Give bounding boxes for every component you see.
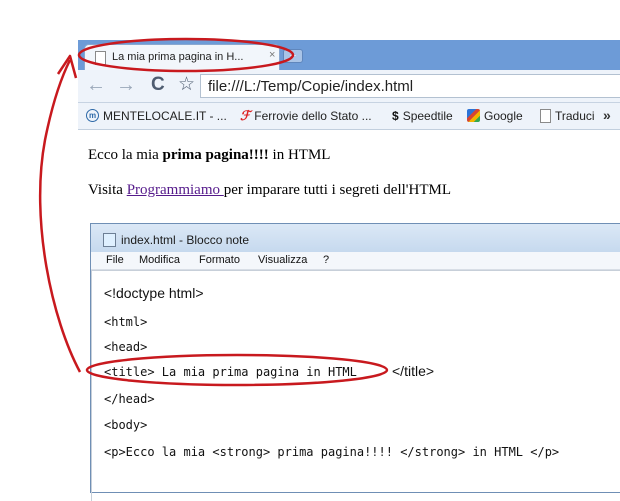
title-highlight-ellipse [85, 353, 389, 387]
tab-highlight-ellipse [77, 37, 295, 73]
annotation-arrow [38, 59, 82, 373]
annotation-overlay [38, 37, 389, 387]
